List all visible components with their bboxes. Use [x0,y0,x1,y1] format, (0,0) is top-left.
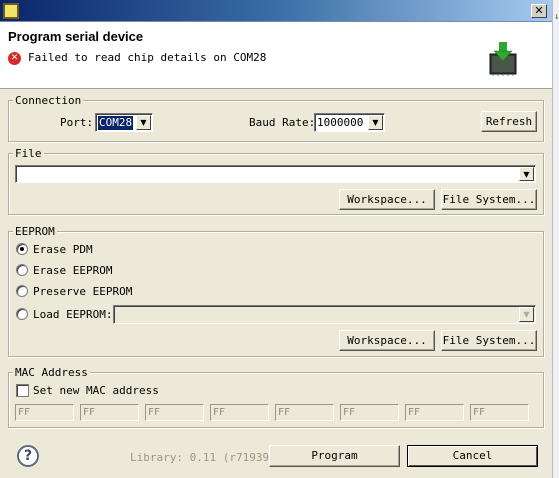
title-bar[interactable] [0,0,552,22]
load-eeprom-radio[interactable] [16,308,28,320]
file-path-combo[interactable]: ▼ [15,165,536,183]
help-icon[interactable]: ? [17,445,39,467]
error-message: Failed to read chip details on COM28 [28,51,267,64]
library-version: Library: 0.11 (r71939) [130,451,276,464]
eeprom-filesystem-button[interactable]: File System... [441,330,537,351]
baud-select[interactable]: 1000000 ▼ [314,113,385,132]
mac-byte-field[interactable]: FF [210,404,269,421]
file-workspace-button[interactable]: Workspace... [339,189,435,210]
download-chip-icon [489,42,517,76]
mac-byte-field[interactable]: FF [80,404,139,421]
mac-byte-field[interactable]: FF [15,404,74,421]
preserve-eeprom-label[interactable]: Preserve EEPROM [33,285,132,298]
chevron-down-icon[interactable]: ▼ [368,115,383,130]
background-window-edge: ↓ [552,0,559,478]
eeprom-workspace-button[interactable]: Workspace... [339,330,435,351]
erase-eeprom-radio[interactable] [16,264,28,276]
erase-pdm-label[interactable]: Erase PDM [33,243,93,256]
refresh-button[interactable]: Refresh [481,111,537,132]
port-value: COM28 [98,116,134,130]
mac-byte-field[interactable]: FF [405,404,464,421]
cancel-button[interactable]: Cancel [407,445,538,467]
error-icon: ✕ [8,52,21,65]
baud-label: Baud Rate: [249,116,316,129]
set-mac-label[interactable]: Set new MAC address [33,384,159,397]
app-icon [3,3,19,19]
erase-pdm-radio[interactable] [16,243,28,255]
mac-legend: MAC Address [13,366,90,379]
mac-byte-field[interactable]: FF [340,404,399,421]
eeprom-path-combo[interactable]: ▼ [113,305,536,324]
chevron-down-icon[interactable]: ▼ [519,307,534,322]
mac-byte-field[interactable]: FF [145,404,204,421]
baud-value: 1000000 [317,116,364,129]
mac-byte-field[interactable]: FF [275,404,334,421]
load-eeprom-label[interactable]: Load EEPROM: [33,308,112,321]
file-filesystem-button[interactable]: File System... [441,189,537,210]
eeprom-legend: EEPROM [13,225,57,238]
port-label: Port: [60,116,94,129]
close-button[interactable]: ✕ [531,4,547,18]
dialog-title: Program serial device [8,29,144,44]
set-mac-checkbox[interactable] [16,384,29,397]
mac-byte-field[interactable]: FF [470,404,529,421]
file-legend: File [13,147,44,160]
connection-legend: Connection [13,94,84,107]
preserve-eeprom-radio[interactable] [16,285,28,297]
port-select[interactable]: COM28 ▼ [95,113,153,132]
chevron-down-icon[interactable]: ▼ [519,167,534,181]
program-button[interactable]: Program [269,445,400,467]
chevron-down-icon[interactable]: ▼ [136,115,151,130]
erase-eeprom-label[interactable]: Erase EEPROM [33,264,112,277]
